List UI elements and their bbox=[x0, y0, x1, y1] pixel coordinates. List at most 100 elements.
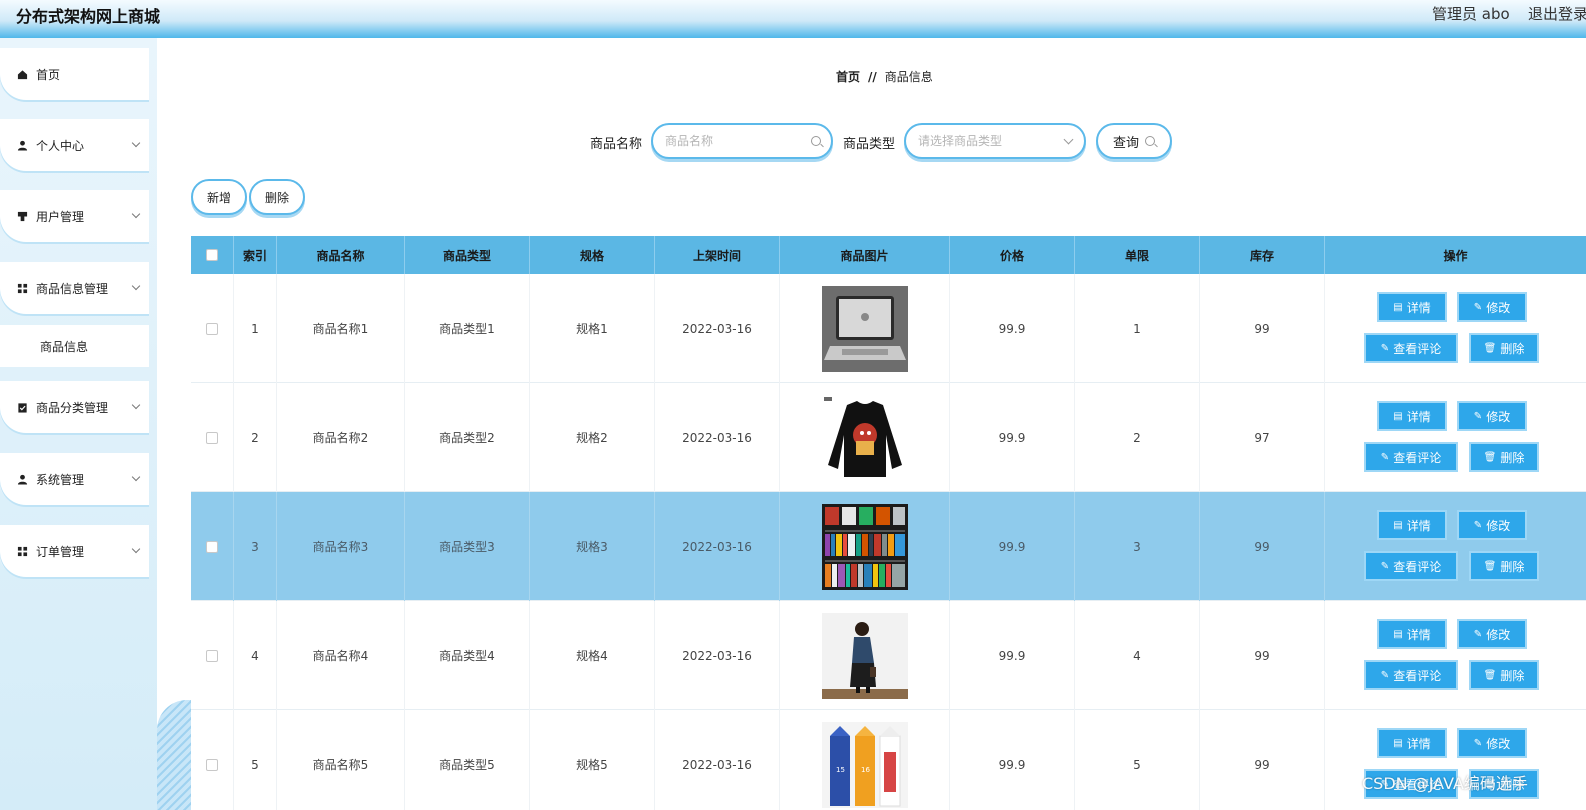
delete-button[interactable]: 🗑 删除 bbox=[1469, 660, 1539, 690]
table-row[interactable]: 4 商品名称4 商品类型4 规格4 2022-03-16 99.9 4 99 ▤ 详情 ✎ 修改 ✎ 查看… bbox=[191, 601, 1586, 710]
row-select-cell bbox=[191, 492, 234, 601]
cell-price: 99.9 bbox=[950, 710, 1075, 810]
row-checkbox[interactable] bbox=[206, 431, 218, 444]
action-label: 查看评论 bbox=[1393, 559, 1442, 574]
table-row[interactable]: 1 商品名称1 商品类型1 规格1 2022-03-16 99.9 1 99 ▤ 详情 ✎ 修改 ✎ 查看… bbox=[191, 274, 1586, 383]
users-icon bbox=[16, 210, 28, 222]
breadcrumb-home[interactable]: 首页 bbox=[836, 70, 860, 84]
search-icon bbox=[811, 136, 821, 146]
document-icon: ▤ bbox=[1393, 628, 1403, 640]
user-icon bbox=[16, 139, 28, 151]
action-label: 详情 bbox=[1406, 627, 1431, 642]
cell-stock: 99 bbox=[1200, 710, 1325, 810]
svg-text:16: 16 bbox=[861, 766, 870, 774]
cell-date: 2022-03-16 bbox=[655, 601, 780, 710]
delete-button[interactable]: 🗑 删除 bbox=[1469, 333, 1539, 363]
table-row[interactable]: 5 商品名称5 商品类型5 规格5 2022-03-16 15 16 99.9 5 99 ▤ 详情 ✎ 修… bbox=[191, 710, 1586, 810]
cell-type: 商品类型3 bbox=[405, 492, 530, 601]
row-checkbox[interactable] bbox=[206, 322, 218, 335]
product-image[interactable]: 15 16 bbox=[821, 721, 908, 808]
cell-stock: 97 bbox=[1200, 383, 1325, 492]
sidebar-item-system-management[interactable]: 系统管理 bbox=[0, 453, 149, 505]
row-actions-cell: ▤ 详情 ✎ 修改 ✎ 查看评论 🗑 删除 bbox=[1325, 274, 1586, 383]
delete-button[interactable]: 🗑 删除 bbox=[1469, 551, 1539, 581]
view-comments-button[interactable]: ✎ 查看评论 bbox=[1364, 551, 1458, 581]
product-type-select-input[interactable] bbox=[906, 125, 1084, 157]
detail-button[interactable]: ▤ 详情 bbox=[1377, 401, 1447, 431]
logout-link[interactable]: 退出登录 bbox=[1528, 3, 1586, 24]
batch-delete-button[interactable]: 删除 bbox=[249, 179, 305, 215]
row-actions-cell: ▤ 详情 ✎ 修改 ✎ 查看评论 🗑 删除 bbox=[1325, 492, 1586, 601]
breadcrumb-current: 商品信息 bbox=[884, 70, 933, 84]
col-header-date: 上架时间 bbox=[655, 236, 780, 274]
sidebar-item-category-management[interactable]: 商品分类管理 bbox=[0, 381, 149, 433]
table-row[interactable]: 3 商品名称3 商品类型3 规格3 2022-03-16 99.9 3 99 ▤ 详情 ✎ 修改 ✎ 查看… bbox=[191, 492, 1586, 601]
view-comments-button[interactable]: ✎ 查看评论 bbox=[1364, 442, 1458, 472]
sidebar-item-label: 用户管理 bbox=[36, 209, 85, 224]
product-type-label: 商品类型 bbox=[843, 137, 896, 152]
table-row[interactable]: 2 商品名称2 商品类型2 规格2 2022-03-16 99.9 2 97 ▤ 详情 ✎ 修改 ✎ 查看… bbox=[191, 383, 1586, 492]
add-button[interactable]: 新增 bbox=[191, 179, 247, 215]
sidebar-item-order-management[interactable]: 订单管理 bbox=[0, 525, 149, 577]
sidebar-item-label: 商品分类管理 bbox=[36, 400, 109, 415]
product-image[interactable] bbox=[821, 503, 908, 590]
cell-date: 2022-03-16 bbox=[655, 492, 780, 601]
pencil-icon: ✎ bbox=[1473, 519, 1483, 531]
detail-button[interactable]: ▤ 详情 bbox=[1377, 619, 1447, 649]
product-image[interactable] bbox=[821, 394, 908, 481]
edit-button[interactable]: ✎ 修改 bbox=[1457, 292, 1527, 322]
product-image[interactable] bbox=[821, 612, 908, 699]
action-label: 详情 bbox=[1406, 300, 1431, 315]
sidebar-item-user-management[interactable]: 用户管理 bbox=[0, 190, 149, 242]
row-actions-cell: ▤ 详情 ✎ 修改 ✎ 查看评论 🗑 删除 bbox=[1325, 601, 1586, 710]
pencil-icon: ✎ bbox=[1380, 669, 1390, 681]
view-comments-button[interactable]: ✎ 查看评论 bbox=[1364, 660, 1458, 690]
view-comments-button[interactable]: ✎ 查看评论 bbox=[1364, 333, 1458, 363]
cell-name: 商品名称1 bbox=[277, 274, 405, 383]
cell-name: 商品名称3 bbox=[277, 492, 405, 601]
search-icon bbox=[1145, 136, 1155, 146]
select-all-checkbox[interactable] bbox=[206, 249, 218, 261]
detail-button[interactable]: ▤ 详情 bbox=[1377, 728, 1447, 758]
delete-button[interactable]: 🗑 删除 bbox=[1469, 442, 1539, 472]
cell-spec: 规格5 bbox=[530, 710, 655, 810]
top-bar: 分布式架构网上商城 管理员 abo 退出登录 bbox=[0, 0, 1586, 38]
action-label: 删除 bbox=[1500, 341, 1525, 356]
row-checkbox[interactable] bbox=[206, 649, 218, 662]
action-label: 修改 bbox=[1486, 736, 1511, 751]
sidebar-item-personal-center[interactable]: 个人中心 bbox=[0, 119, 149, 171]
sidebar-item-home[interactable]: 首页 bbox=[0, 48, 149, 100]
product-image-cell bbox=[780, 274, 950, 383]
cell-index: 5 bbox=[234, 710, 277, 810]
edit-button[interactable]: ✎ 修改 bbox=[1457, 510, 1527, 540]
chevron-down-icon bbox=[131, 400, 141, 410]
edit-button[interactable]: ✎ 修改 bbox=[1457, 728, 1527, 758]
product-name-input[interactable] bbox=[653, 125, 831, 157]
detail-button[interactable]: ▤ 详情 bbox=[1377, 292, 1447, 322]
action-label: 修改 bbox=[1486, 300, 1511, 315]
sidebar-subitem-product-info[interactable]: 商品信息 bbox=[0, 325, 149, 367]
admin-user-label: 管理员 abo bbox=[1432, 5, 1510, 23]
cell-spec: 规格3 bbox=[530, 492, 655, 601]
cell-limit: 1 bbox=[1075, 274, 1200, 383]
detail-button[interactable]: ▤ 详情 bbox=[1377, 510, 1447, 540]
cell-limit: 5 bbox=[1075, 710, 1200, 810]
cell-price: 99.9 bbox=[950, 274, 1075, 383]
cell-name: 商品名称4 bbox=[277, 601, 405, 710]
cell-date: 2022-03-16 bbox=[655, 710, 780, 810]
row-checkbox[interactable] bbox=[206, 540, 218, 553]
edit-button[interactable]: ✎ 修改 bbox=[1457, 619, 1527, 649]
edit-button[interactable]: ✎ 修改 bbox=[1457, 401, 1527, 431]
query-button[interactable]: 查询 bbox=[1096, 123, 1172, 159]
pencil-icon: ✎ bbox=[1380, 560, 1390, 572]
row-checkbox[interactable] bbox=[206, 758, 218, 771]
action-label: 详情 bbox=[1406, 518, 1431, 533]
action-label: 删除 bbox=[1500, 668, 1525, 683]
cell-price: 99.9 bbox=[950, 601, 1075, 710]
watermark: CSDN @JAVA编码选手 bbox=[1362, 774, 1528, 793]
cell-index: 3 bbox=[234, 492, 277, 601]
product-image[interactable] bbox=[821, 285, 908, 372]
chevron-down-icon bbox=[131, 138, 141, 148]
sidebar-item-product-management[interactable]: 商品信息管理 bbox=[0, 262, 149, 314]
product-type-select[interactable] bbox=[904, 123, 1086, 159]
